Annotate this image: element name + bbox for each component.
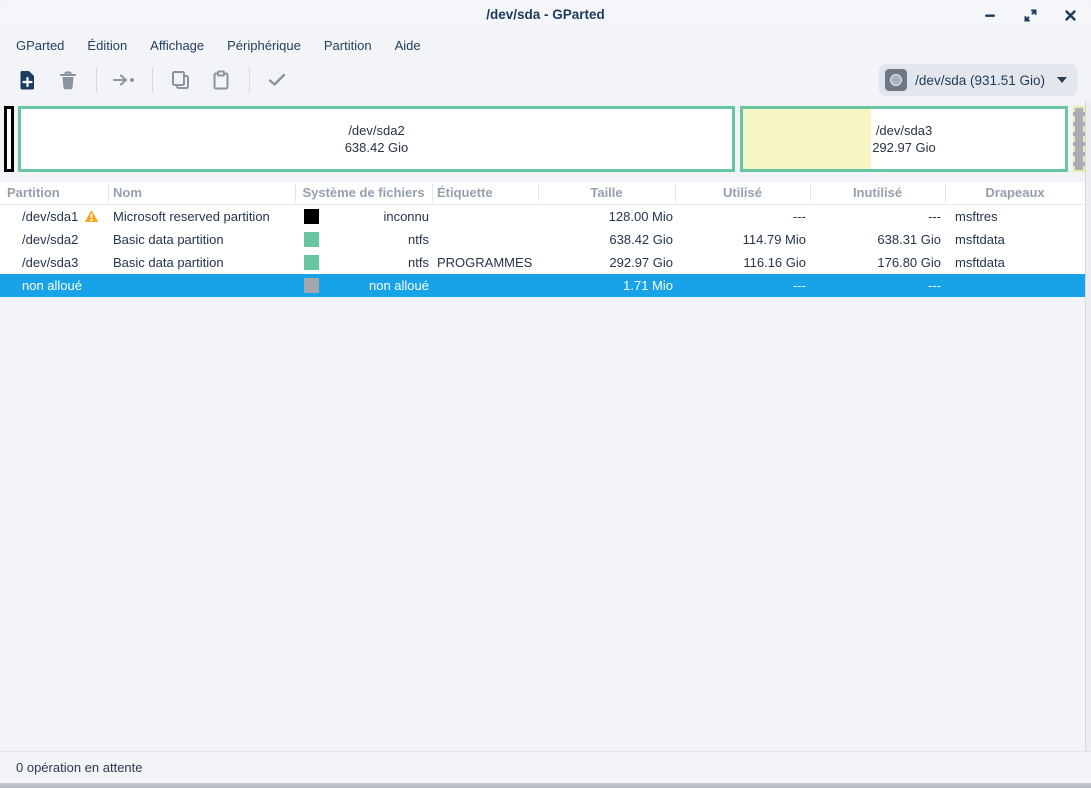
partition-box-device: /dev/sda3 [876,122,932,139]
menu-partition[interactable]: Partition [316,34,380,57]
filesystem-cell: ntfs [295,228,432,251]
flags-cell: msftdata [945,251,1085,274]
used-cell: 116.16 Gio [675,251,810,274]
label-cell [432,205,538,228]
paste-icon[interactable] [204,64,238,96]
apply-operations-icon[interactable] [260,64,294,96]
menu-device[interactable]: Périphérique [219,34,309,57]
maximize-icon[interactable] [1017,3,1043,27]
used-cell: --- [675,205,810,228]
filesystem-cell: ntfs [295,251,432,274]
filesystem-cell: inconnu [295,205,432,228]
warning-icon [84,209,99,223]
used-cell: --- [675,274,810,297]
name-cell: Microsoft reserved partition [108,205,295,228]
flags-cell [945,274,1085,297]
menu-edit[interactable]: Édition [79,34,135,57]
device-selector-label: /dev/sda (931.51 Gio) [915,73,1045,88]
label-cell [432,274,538,297]
delete-partition-icon[interactable] [51,64,85,96]
used-cell: 114.79 Mio [675,228,810,251]
filesystem-cell: non alloué [295,274,432,297]
size-cell: 292.97 Gio [538,251,675,274]
window-title: /dev/sda - GParted [0,7,1091,22]
resize-move-icon[interactable] [107,64,141,96]
copy-icon[interactable] [163,64,197,96]
title-bar: /dev/sda - GParted [0,0,1091,30]
table-row-unallocated[interactable]: non alloué non alloué 1.71 Mio --- --- [0,274,1091,297]
name-cell [108,274,295,297]
window-controls [977,0,1083,30]
partition-table: Partition Nom Système de fichiers Étique… [0,182,1091,297]
col-header-name[interactable]: Nom [113,182,288,204]
partition-cell: /dev/sda1 [22,209,78,224]
flags-cell: msftres [945,205,1085,228]
disk-visual-view: /dev/sda2 638.42 Gio /dev/sda3 292.97 Gi… [0,100,1091,182]
unused-cell: --- [810,205,945,228]
minimize-icon[interactable] [977,3,1003,27]
table-row-sda3[interactable]: /dev/sda3 Basic data partition ntfs PROG… [0,251,1091,274]
unused-cell: --- [810,274,945,297]
partition-box-sda1[interactable] [4,106,14,172]
unused-cell: 638.31 Gio [810,228,945,251]
partition-box-unallocated[interactable] [1073,106,1085,172]
table-header: Partition Nom Système de fichiers Étique… [0,182,1091,205]
col-header-partition[interactable]: Partition [7,182,102,204]
gparted-window: /dev/sda - GParted GParted Édition Affic… [0,0,1091,788]
new-partition-icon[interactable] [10,64,44,96]
col-header-unused[interactable]: Inutilisé [810,182,945,204]
device-selector[interactable]: /dev/sda (931.51 Gio) [879,64,1077,96]
chevron-down-icon [1057,77,1067,83]
table-row-sda1[interactable]: /dev/sda1 Microsoft reserved partition i… [0,205,1091,228]
size-cell: 128.00 Mio [538,205,675,228]
name-cell: Basic data partition [108,228,295,251]
size-cell: 1.71 Mio [538,274,675,297]
flags-cell: msftdata [945,228,1085,251]
partition-cell: /dev/sda2 [0,228,108,251]
col-header-size[interactable]: Taille [538,182,675,204]
menu-help[interactable]: Aide [387,34,429,57]
size-cell: 638.42 Gio [538,228,675,251]
menu-gparted[interactable]: GParted [8,34,72,57]
table-row-sda2[interactable]: /dev/sda2 Basic data partition ntfs 638.… [0,228,1091,251]
partition-box-device: /dev/sda2 [348,122,404,139]
col-header-filesystem[interactable]: Système de fichiers [295,182,432,204]
menu-view[interactable]: Affichage [142,34,212,57]
col-header-used[interactable]: Utilisé [675,182,810,204]
label-cell: PROGRAMMES [432,251,538,274]
menu-bar: GParted Édition Affichage Périphérique P… [0,30,1091,60]
partition-box-size: 292.97 Gio [872,139,936,156]
hard-disk-icon [885,69,907,91]
toolbar-separator [249,67,250,93]
toolbar-separator [96,67,97,93]
partition-cell: /dev/sda3 [0,251,108,274]
name-cell: Basic data partition [108,251,295,274]
status-bar: 0 opération en attente [0,751,1091,783]
label-cell [432,228,538,251]
partition-box-sda3[interactable]: /dev/sda3 292.97 Gio [740,106,1068,172]
window-bottom-edge [0,783,1091,788]
col-header-flags[interactable]: Drapeaux [945,182,1085,204]
partition-cell: non alloué [0,274,108,297]
unused-cell: 176.80 Gio [810,251,945,274]
partition-box-sda2[interactable]: /dev/sda2 638.42 Gio [18,106,735,172]
toolbar-separator [152,67,153,93]
col-header-label[interactable]: Étiquette [437,182,532,204]
pending-operations-text: 0 opération en attente [16,760,143,775]
window-right-edge [1085,100,1091,783]
close-icon[interactable] [1057,3,1083,27]
partition-box-size: 638.42 Gio [345,139,409,156]
toolbar: /dev/sda (931.51 Gio) [0,60,1091,100]
